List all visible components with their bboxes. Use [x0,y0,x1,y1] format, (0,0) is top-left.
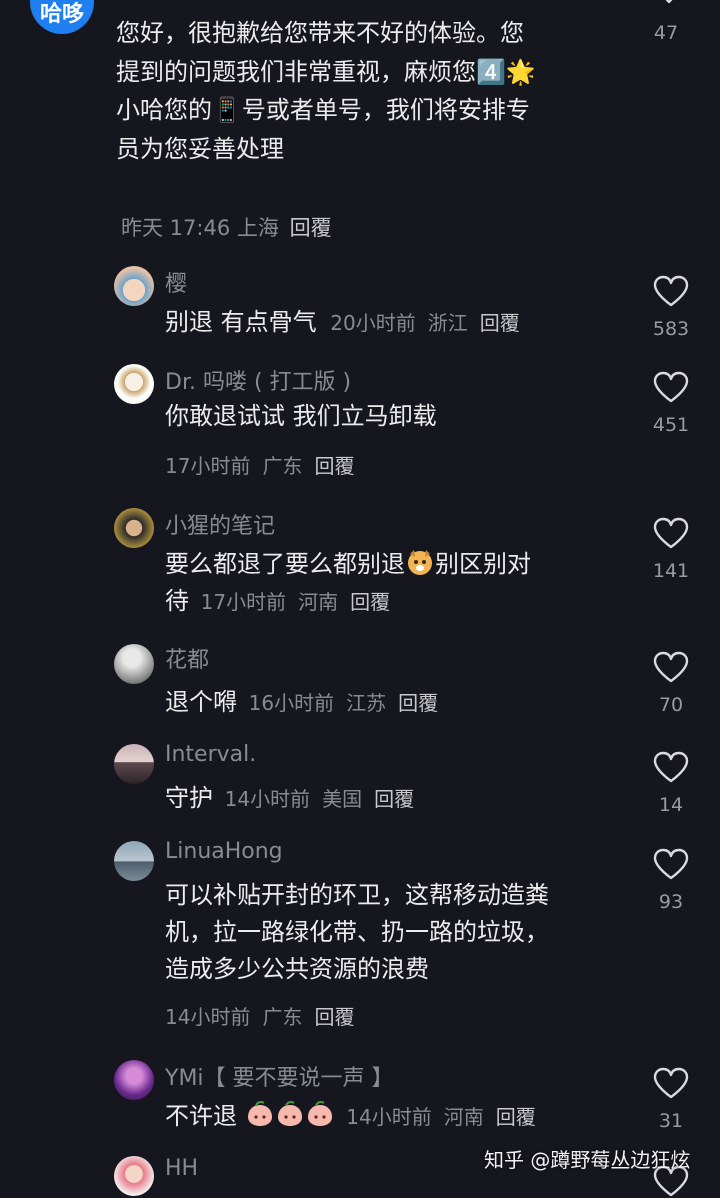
reply-content: 别退 有点骨气 [165,308,317,336]
reply-button[interactable]: 回覆 [398,691,438,715]
reply-region: 浙江 [427,311,468,335]
reply-region: 广东 [262,1005,303,1029]
username[interactable]: HH [165,1156,198,1181]
like-count: 70 [658,694,684,716]
reply-region: 河南 [443,1105,484,1129]
avatar[interactable]: 哈哆 [30,0,94,34]
heart-icon[interactable] [652,650,690,684]
heart-icon[interactable] [652,847,690,881]
avatar[interactable] [114,644,154,684]
reply-button[interactable]: 回覆 [314,454,354,478]
reply-content: 要么都退了要么都别退 [165,550,405,578]
comment-time: 昨天 17:46 [121,216,231,240]
comment-line: 员为您妥善处理 [116,134,284,163]
reply-region: 江苏 [346,691,387,715]
reply-region: 美国 [322,787,363,811]
reply-time: 20小时前 [330,311,416,335]
reply-content: 守护 [165,784,213,812]
like-count: 14 [658,794,684,816]
reply-content: 你敢退试试 我们立马卸载 [165,402,437,430]
heart-icon[interactable] [652,370,690,404]
heart-icon[interactable] [656,0,682,8]
reply-button[interactable]: 回覆 [314,1005,354,1029]
reply-button[interactable]: 回覆 [480,311,520,335]
peach-emoji-icon [247,1101,272,1126]
reply-time: 14小时前 [346,1105,432,1129]
reply-text: 不许退 14小时前 河南 回覆 [165,1098,610,1136]
like-count: 141 [652,560,690,582]
reply-text: 退个嘚 16小时前 江苏 回覆 [165,684,610,722]
like-count: 451 [652,414,690,436]
reply-meta: 17小时前 广东 回覆 [165,450,354,479]
reply-time: 17小时前 [165,454,251,478]
like-count: 47 [653,22,679,44]
reply-time: 17小时前 [200,590,287,614]
comment-text: 您好，很抱歉给您带来不好的体验。您 提到的问题我们非常重视，麻烦您4️⃣🌟 小哈… [116,14,616,168]
avatar[interactable] [114,841,154,881]
reply-time: 14小时前 [165,1005,251,1029]
reply-time: 14小时前 [224,787,311,811]
reply-content: 别区别对 [435,550,531,578]
username[interactable]: Interval. [165,742,256,767]
reply-meta: 14小时前 广东 回覆 [165,1001,354,1030]
like-count: 583 [652,318,690,340]
avatar-text: 哈哆 [39,2,84,27]
reply-text: 可以补贴开封的环卫，这帮移动造粪 机，拉一路绿化带、扔一路的垃圾， 造成多少公共… [165,877,610,988]
reply-region: 广东 [262,454,303,478]
reply-button[interactable]: 回覆 [496,1105,536,1129]
avatar[interactable] [114,266,154,306]
username[interactable]: Dr. 吗喽 ( 打工版 ) [165,364,351,396]
heart-icon[interactable] [652,274,690,308]
reply-line: 可以补贴开封的环卫，这帮移动造粪 [165,881,549,909]
comment-meta: 昨天 17:46 上海 回覆 [121,212,332,242]
reply-text: 守护 14小时前 美国 回覆 [165,780,610,818]
reply-line: 造成多少公共资源的浪费 [165,955,429,983]
peach-emoji-icon [307,1101,332,1126]
heart-icon[interactable] [652,516,690,550]
avatar[interactable] [114,1060,154,1100]
heart-icon[interactable] [652,1066,690,1100]
reply-button[interactable]: 回覆 [374,787,414,811]
comment-line: 小哈您的📱号或者单号，我们将安排专 [116,96,530,124]
peach-emoji-icon [277,1101,302,1126]
username[interactable]: LinuaHong [165,839,283,864]
avatar[interactable] [114,364,154,404]
username[interactable]: YMi【 要不要说一声 】 [165,1060,394,1092]
comment-line: 您好，很抱歉给您带来不好的体验。您 [116,19,524,47]
dog-emoji-icon [408,550,432,575]
username[interactable]: 樱 [165,266,187,298]
reply-text: 别退 有点骨气 20小时前 浙江 回覆 [165,304,610,342]
avatar[interactable] [114,1156,154,1196]
comment-region: 上海 [236,216,279,240]
reply-content: 待 [165,587,189,615]
reply-button[interactable]: 回覆 [290,216,332,240]
reply-content: 不许退 [165,1102,237,1130]
reply-line: 机，拉一路绿化带、扔一路的垃圾， [165,918,549,946]
avatar[interactable] [114,744,154,784]
reply-region: 河南 [298,590,339,614]
reply-content: 退个嘚 [165,688,237,716]
username[interactable]: 花都 [165,642,209,674]
like-count: 31 [658,1110,684,1132]
avatar[interactable] [114,508,154,548]
reply-text: 要么都退了要么都别退 别区别对 待 17小时前 河南 回覆 [165,546,610,621]
like-count: 93 [658,891,684,913]
reply-button[interactable]: 回覆 [350,590,390,614]
reply-time: 16小时前 [248,691,335,715]
watermark: 知乎 @蹲野莓丛边狂炫 [484,1148,691,1172]
username[interactable]: 小猩的笔记 [165,508,275,540]
heart-icon[interactable] [652,750,690,784]
comment-line: 提到的问题我们非常重视，麻烦您4️⃣🌟 [116,57,536,86]
